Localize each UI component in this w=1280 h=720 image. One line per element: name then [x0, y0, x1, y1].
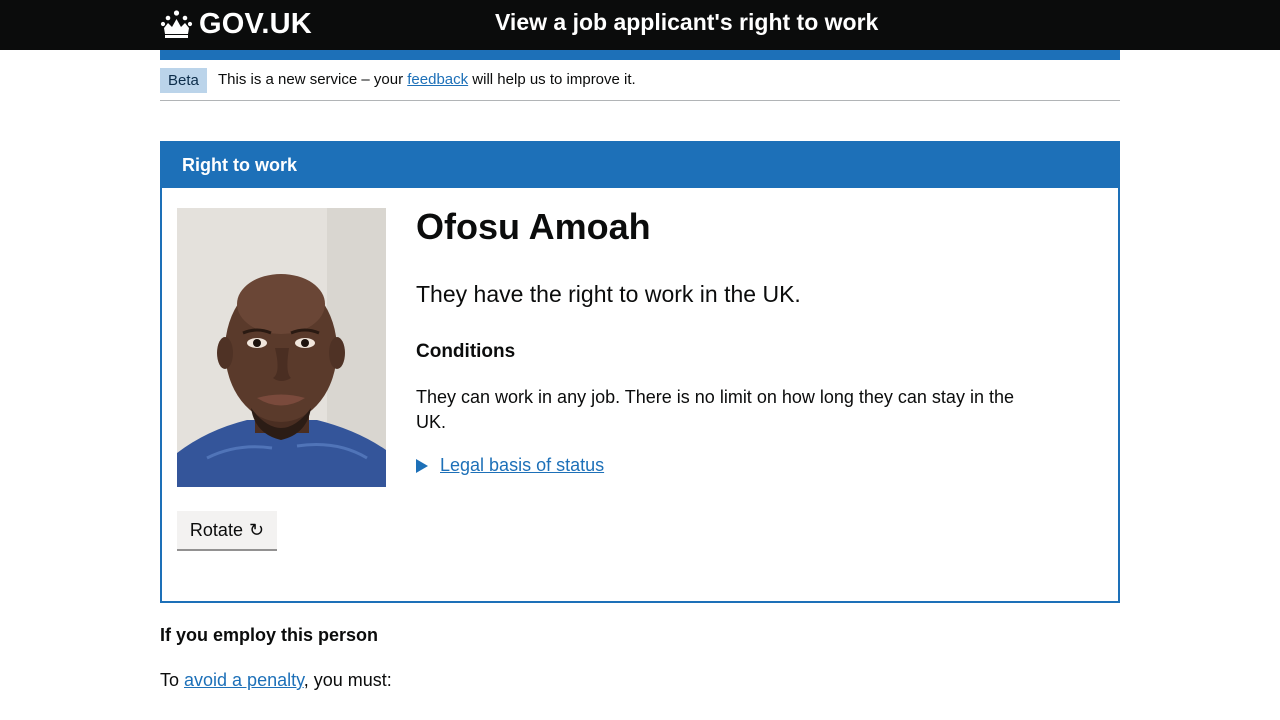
phase-text-after: will help us to improve it.: [468, 71, 636, 88]
card-header: Right to work: [162, 143, 1118, 188]
employ-text-after: , you must:: [303, 670, 392, 690]
feedback-link[interactable]: feedback: [407, 71, 468, 88]
right-to-work-card: Right to work Rotate ↻ Ofosu Amoah They …: [160, 141, 1120, 603]
phase-banner: Beta This is a new service – your feedba…: [160, 60, 1120, 101]
right-to-work-status: They have the right to work in the UK.: [416, 281, 801, 307]
expand-triangle-icon[interactable]: [416, 458, 428, 473]
phase-banner-text: This is a new service – your feedback wi…: [218, 71, 636, 88]
portrait-image: [177, 208, 386, 487]
employ-heading: If you employ this person: [160, 625, 379, 645]
card-title: Right to work: [182, 155, 297, 175]
beta-tag: Beta: [160, 68, 207, 93]
conditions-text: They can work in any job. There is no li…: [416, 387, 1014, 432]
conditions-heading: Conditions: [416, 341, 516, 362]
employ-text-before: To: [160, 670, 185, 690]
site-header: GOV.UK View a job applicant's right to w…: [0, 0, 1280, 50]
applicant-photo: [177, 208, 386, 487]
phase-text-before: This is a new service – your: [218, 71, 408, 88]
person-name: Ofosu Amoah: [416, 206, 651, 247]
logo-text: GOV.UK: [199, 7, 312, 40]
rotate-icon: ↻: [248, 519, 265, 540]
rotate-button-label: Rotate: [189, 519, 243, 540]
employ-text: To avoid a penalty, you must:: [160, 670, 392, 691]
legal-basis-details[interactable]: Legal basis of status: [416, 455, 604, 476]
legal-basis-link[interactable]: Legal basis of status: [440, 455, 604, 476]
header-blue-rule: [160, 50, 1120, 60]
rotate-button[interactable]: Rotate ↻: [177, 511, 277, 549]
govuk-logo[interactable]: GOV.UK: [160, 6, 312, 42]
service-name[interactable]: View a job applicant's right to work: [495, 9, 878, 36]
crown-icon: [160, 10, 193, 38]
avoid-penalty-link[interactable]: avoid a penalty: [184, 670, 304, 690]
